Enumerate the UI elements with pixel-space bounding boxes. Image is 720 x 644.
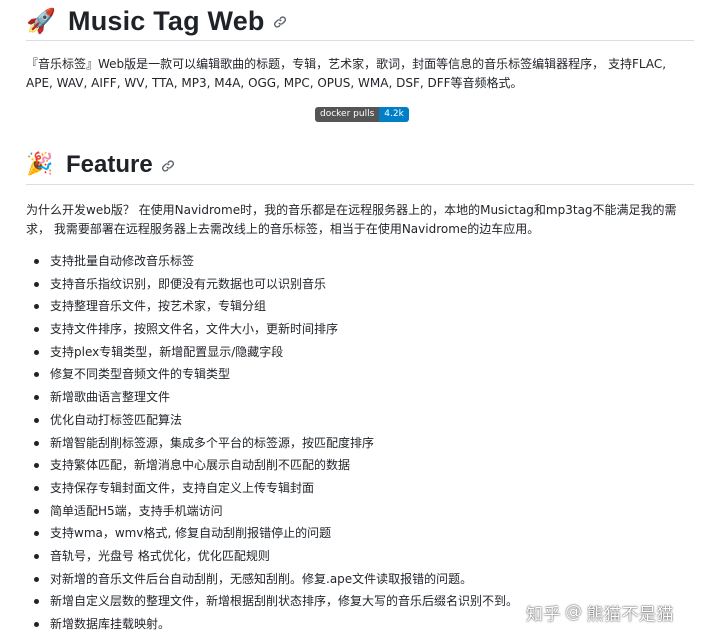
feature-list-item: 简单适配H5端，支持手机端访问	[26, 500, 694, 523]
feature-item-text: 支持整理音乐文件，按艺术家，专辑分组	[50, 299, 267, 314]
feature-list-item: 支持整理音乐文件，按艺术家，专辑分组	[26, 295, 694, 318]
bullet-icon	[34, 622, 39, 627]
feature-list-item: 支持繁体匹配，新增消息中心展示自动刮削不匹配的数据	[26, 454, 694, 477]
bullet-icon	[34, 531, 39, 537]
bullet-icon	[34, 508, 39, 514]
badge-value: 4.2k	[379, 107, 409, 122]
readme-page: 🚀 Music Tag Web 『音乐标签』Web版是一款可以编辑歌曲的标题，专…	[0, 0, 720, 644]
bullet-icon	[34, 372, 39, 378]
bullet-icon	[34, 599, 39, 605]
why-paragraph: 为什么开发web版？ 在使用Navidrome时，我的音乐都是在远程服务器上的，…	[26, 203, 677, 236]
feature-item-text: 新增智能刮削标签源，集成多个平台的标签源，按匹配度排序	[50, 435, 375, 450]
feature-title: Feature	[66, 151, 153, 178]
bullet-icon	[34, 327, 39, 333]
bullet-icon	[34, 395, 39, 401]
bullet-icon	[34, 440, 39, 446]
bullet-icon	[34, 304, 39, 310]
feature-item-text: 支持音乐指纹识别，即便没有元数据也可以识别音乐	[50, 276, 327, 291]
intro-paragraph: 『音乐标签』Web版是一款可以编辑歌曲的标题，专辑，艺术家，歌词，封面等信息的音…	[26, 57, 667, 90]
bullet-icon	[34, 576, 39, 582]
watermark-separator: @	[565, 602, 583, 622]
link-anchor-icon[interactable]	[273, 14, 287, 28]
feature-item-text: 修复不同类型音频文件的专辑类型	[50, 367, 231, 382]
feature-item-text: 支持保存专辑封面文件，支持自定义上传专辑封面	[50, 480, 315, 495]
feature-item-text: 简单适配H5端，支持手机端访问	[50, 503, 223, 518]
feature-item-text: 支持批量自动修改音乐标签	[50, 254, 195, 268]
bullet-icon	[34, 417, 39, 423]
feature-item-text: 新增歌曲语言整理文件	[50, 390, 171, 405]
zhihu-watermark: 知乎 @ 熊猫不是猫	[526, 598, 674, 626]
bullet-icon	[34, 281, 39, 287]
feature-list-item: 新增歌曲语言整理文件	[26, 386, 694, 409]
feature-item-text: 优化自动打标签匹配算法	[50, 412, 183, 427]
feature-item-text: 支持wma，wmv格式, 修复自动刮削报错停止的问题	[50, 526, 332, 541]
party-popper-emoji: 🎉	[26, 152, 54, 177]
bullet-icon	[34, 485, 39, 491]
feature-list-item: 支持保存专辑封面文件，支持自定义上传专辑封面	[26, 477, 694, 500]
watermark-author: 熊猫不是猫	[586, 604, 674, 625]
feature-item-text: 对新增的音乐文件后台自动刮削，无感知刮削。修复.ape文件读取报错的问题。	[50, 571, 473, 586]
feature-list-item: 支持文件排序，按照文件名，文件大小，更新时间排序	[26, 318, 694, 341]
page-title: Music Tag Web	[68, 5, 265, 36]
feature-list-item: 新增智能刮削标签源，集成多个平台的标签源，按匹配度排序	[26, 432, 694, 455]
feature-item-text: 新增数据库挂载映射。	[50, 617, 171, 631]
feature-list-item: 支持音乐指纹识别，即便没有元数据也可以识别音乐	[26, 273, 694, 296]
feature-list: 支持批量自动修改音乐标签支持音乐指纹识别，即便没有元数据也可以识别音乐 支持整理音…	[26, 250, 694, 636]
bullet-icon	[34, 463, 39, 469]
rocket-emoji: 🚀	[26, 7, 56, 35]
bullet-icon	[34, 349, 39, 355]
feature-item-text: 支持文件排序，按照文件名，文件大小，更新时间排序	[50, 322, 339, 337]
feature-item-text: 支持plex专辑类型，新增配置显示/隐藏字段	[50, 344, 284, 359]
feature-list-item: 对新增的音乐文件后台自动刮削，无感知刮削。修复.ape文件读取报错的问题。	[26, 568, 694, 591]
bullet-icon	[34, 553, 39, 559]
feature-list-item: 支持批量自动修改音乐标签	[26, 250, 694, 273]
page-title-heading: 🚀 Music Tag Web	[26, 2, 694, 41]
feature-item-text: 音轨号，光盘号 格式优化，优化匹配规则	[50, 548, 270, 563]
feature-item-text: 支持繁体匹配，新增消息中心展示自动刮削不匹配的数据	[50, 458, 351, 473]
bullet-icon	[34, 259, 39, 264]
feature-list-item: 支持wma，wmv格式, 修复自动刮削报错停止的问题	[26, 522, 694, 545]
feature-list-item: 修复不同类型音频文件的专辑类型	[26, 363, 694, 386]
feature-list-item: 优化自动打标签匹配算法	[26, 409, 694, 432]
badge-label: docker pulls	[315, 107, 380, 122]
link-anchor-icon[interactable]	[161, 158, 175, 172]
docker-pulls-badge[interactable]: docker pulls 4.2k	[315, 107, 409, 122]
feature-item-text: 新增自定义层数的整理文件，新增根据刮削状态排序，修复大写的音乐后缀名识别不到。	[50, 594, 519, 609]
feature-heading: 🎉 Feature	[26, 146, 694, 185]
feature-list-item: 支持plex专辑类型，新增配置显示/隐藏字段	[26, 341, 694, 364]
watermark-site: 知乎	[526, 604, 561, 625]
feature-list-item: 音轨号，光盘号 格式优化，优化匹配规则	[26, 545, 694, 568]
